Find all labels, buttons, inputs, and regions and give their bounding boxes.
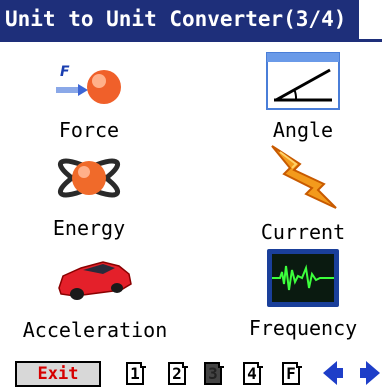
energy-label: Energy bbox=[52, 216, 126, 240]
angle-icon bbox=[266, 52, 340, 110]
converter-energy[interactable]: Energy bbox=[14, 148, 164, 244]
page-dogear-icon bbox=[140, 362, 146, 368]
page-dogear-icon bbox=[182, 362, 188, 368]
converter-acceleration[interactable]: Acceleration bbox=[20, 250, 170, 346]
page-button-4[interactable]: 4 bbox=[241, 359, 265, 387]
converter-current[interactable]: Current bbox=[228, 144, 378, 246]
oscilloscope-icon bbox=[266, 248, 340, 308]
bottom-toolbar: Exit 1 2 3 4 F bbox=[0, 353, 382, 389]
page-dogear-icon bbox=[257, 362, 263, 368]
exit-button[interactable]: Exit bbox=[15, 361, 101, 387]
next-arrow-icon[interactable] bbox=[356, 359, 382, 387]
acceleration-label: Acceleration bbox=[22, 318, 168, 342]
current-label: Current bbox=[260, 220, 346, 244]
energy-icon bbox=[53, 150, 125, 204]
page-button-favorites[interactable]: F bbox=[280, 359, 304, 387]
title-divider bbox=[0, 39, 382, 42]
sports-car-icon bbox=[55, 252, 135, 304]
lightning-bolt-icon bbox=[266, 144, 340, 210]
page-dogear-icon bbox=[218, 362, 224, 368]
page-button-2[interactable]: 2 bbox=[166, 359, 190, 387]
converter-angle[interactable]: Angle bbox=[228, 50, 378, 146]
app-title: Unit to Unit Converter(3/4) bbox=[0, 0, 359, 39]
title-cap bbox=[359, 0, 382, 39]
page-button-3[interactable]: 3 bbox=[202, 359, 226, 387]
force-label: Force bbox=[58, 118, 120, 142]
force-letter-text: F bbox=[60, 64, 70, 80]
frequency-label: Frequency bbox=[248, 316, 358, 340]
angle-label: Angle bbox=[272, 118, 334, 142]
page-button-1[interactable]: 1 bbox=[124, 359, 148, 387]
page-dogear-icon bbox=[296, 362, 302, 368]
prev-arrow-icon[interactable] bbox=[321, 359, 345, 387]
converter-frequency[interactable]: Frequency bbox=[228, 246, 378, 346]
force-icon: F bbox=[54, 60, 124, 110]
converter-force[interactable]: F Force bbox=[14, 56, 164, 146]
